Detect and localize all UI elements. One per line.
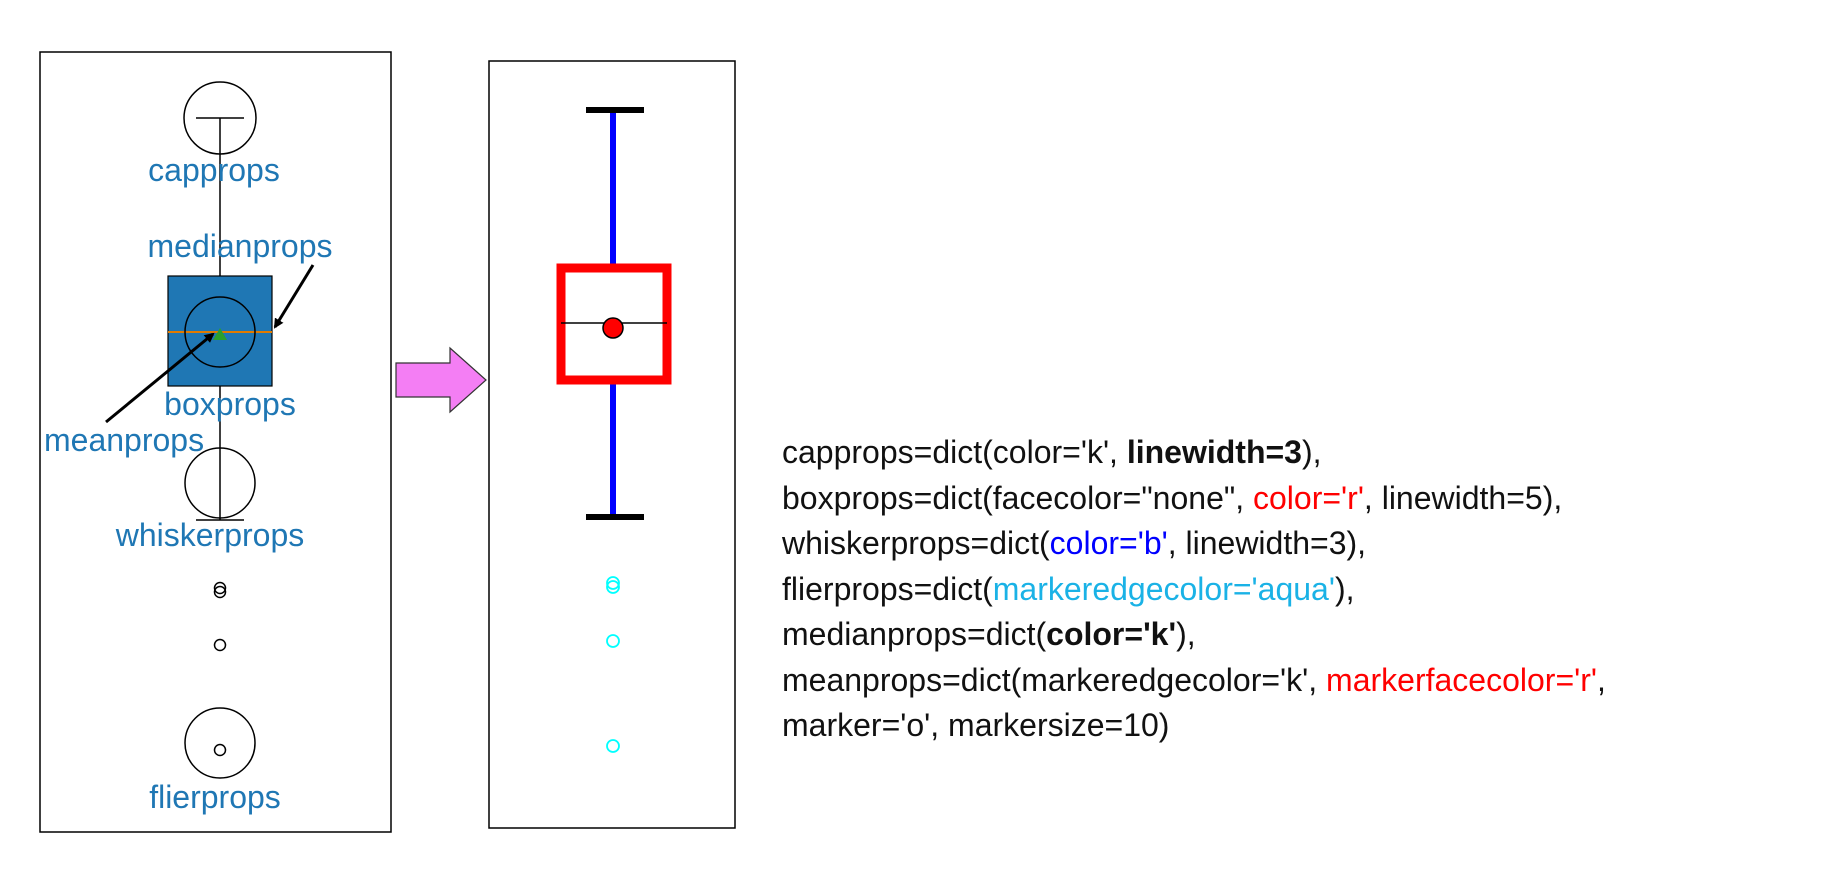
code-segment: , bbox=[1597, 661, 1606, 698]
code-line: boxprops=dict(facecolor="none", color='r… bbox=[782, 476, 1606, 522]
code-segment: linewidth=3 bbox=[1126, 434, 1302, 470]
code-segment: ), bbox=[1334, 570, 1355, 607]
code-segment: , linewidth=5), bbox=[1363, 479, 1563, 516]
code-segment: meanprops=dict(markeredgecolor='k', bbox=[782, 661, 1327, 698]
code-segment: , linewidth=3), bbox=[1167, 525, 1367, 561]
code-line: medianprops=dict(color='k'), bbox=[782, 612, 1606, 658]
code-segment: color='k' bbox=[1046, 616, 1177, 652]
code-segment: boxprops=dict(facecolor="none", bbox=[782, 479, 1253, 516]
code-segment: markerfacecolor='r' bbox=[1326, 661, 1597, 698]
code-segment: ), bbox=[1301, 434, 1322, 470]
code-segment: medianprops=dict( bbox=[782, 616, 1047, 652]
label-flierprops: flierprops bbox=[149, 779, 281, 815]
medianprops-arrow bbox=[273, 264, 315, 329]
flier-callout-circle bbox=[184, 707, 256, 779]
code-segment: ), bbox=[1176, 616, 1196, 652]
code-block: capprops=dict(color='k', linewidth=3), bo… bbox=[782, 430, 1606, 749]
code-line: marker='o', markersize=10) bbox=[782, 703, 1606, 749]
right-flier bbox=[606, 739, 620, 753]
code-segment: color='r' bbox=[1253, 479, 1364, 516]
transform-arrow bbox=[395, 346, 487, 414]
label-meanprops: meanprops bbox=[44, 422, 204, 458]
code-segment: color='b' bbox=[1049, 525, 1168, 561]
left-flier bbox=[213, 743, 227, 757]
code-segment: marker='o', markersize=10) bbox=[782, 707, 1170, 743]
right-flier bbox=[606, 634, 620, 648]
label-capprops: capprops bbox=[148, 152, 280, 188]
right-panel bbox=[488, 60, 736, 829]
code-segment: markeredgecolor='aqua' bbox=[992, 570, 1335, 607]
left-panel: capprops medianprops boxprops meanprops … bbox=[39, 51, 392, 833]
code-line: whiskerprops=dict(color='b', linewidth=3… bbox=[782, 521, 1606, 567]
code-segment: flierprops=dict( bbox=[782, 570, 993, 607]
code-line: flierprops=dict(markeredgecolor='aqua'), bbox=[782, 567, 1606, 613]
code-segment: capprops=dict(color='k', bbox=[782, 434, 1127, 470]
right-mean-marker bbox=[602, 317, 624, 339]
label-whiskerprops: whiskerprops bbox=[115, 517, 305, 553]
code-line: meanprops=dict(markeredgecolor='k', mark… bbox=[782, 658, 1606, 704]
code-segment: whiskerprops=dict( bbox=[782, 525, 1050, 561]
code-line: capprops=dict(color='k', linewidth=3), bbox=[782, 430, 1606, 476]
label-boxprops: boxprops bbox=[164, 386, 296, 422]
label-medianprops: medianprops bbox=[148, 228, 333, 264]
left-flier bbox=[213, 638, 227, 652]
